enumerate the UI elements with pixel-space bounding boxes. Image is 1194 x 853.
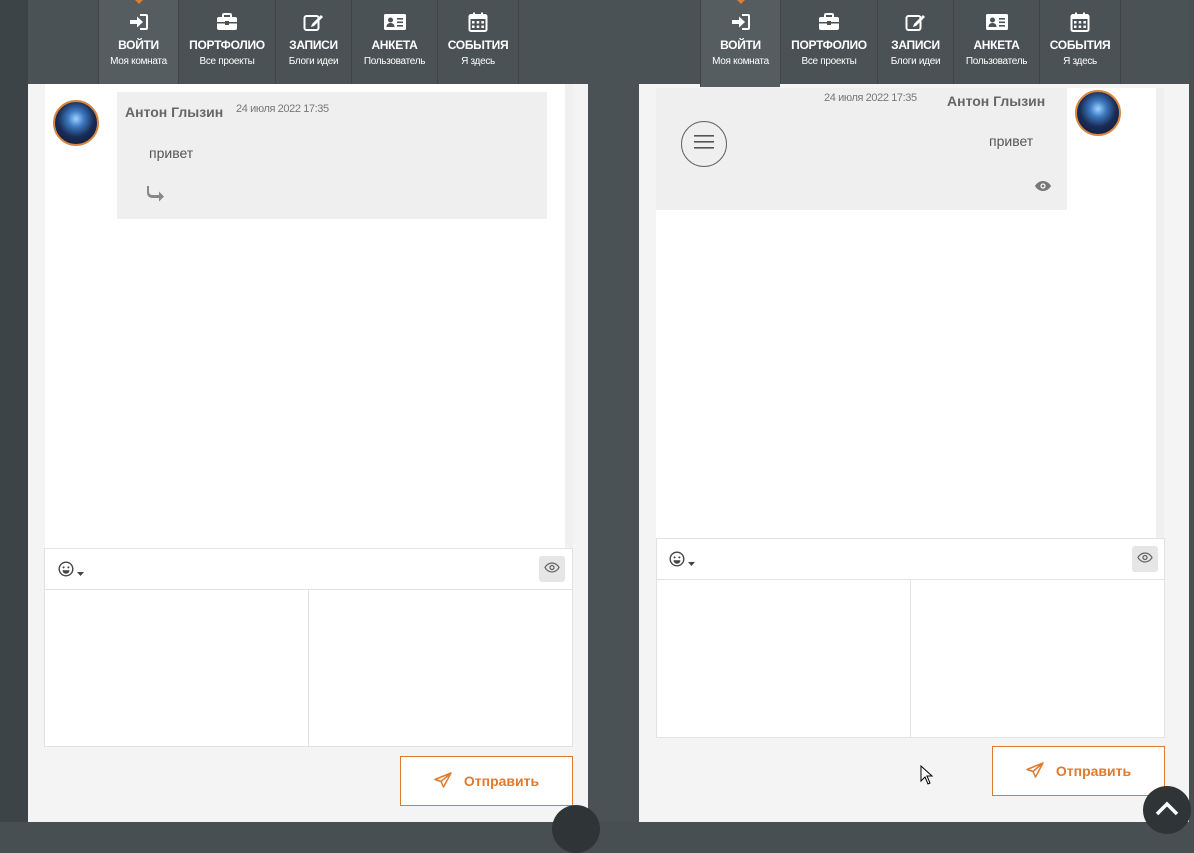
smile-icon <box>58 561 74 582</box>
avatar[interactable] <box>53 100 99 146</box>
nav-item-title: АНКЕТА <box>371 38 418 52</box>
nav-item-subtitle: Блоги идеи <box>288 56 339 67</box>
message-bubble: 24 июля 2022 17:35 Антон Глызин привет <box>656 88 1067 210</box>
hamburger-icon <box>694 134 714 154</box>
nav-item-title: ПОРТФОЛИО <box>189 38 265 52</box>
calendar-icon <box>466 12 490 32</box>
nav-item-login[interactable]: ВОЙТИ Моя комната <box>700 0 780 95</box>
message-author[interactable]: Антон Глызин <box>947 93 1045 109</box>
send-label: Отправить <box>463 773 540 789</box>
message-text: привет <box>989 133 1034 149</box>
nav-item-posts[interactable]: ЗАПИСИ Блоги идеи <box>275 0 351 84</box>
message-editor <box>656 579 1165 738</box>
editor-input-pane[interactable] <box>657 580 910 737</box>
briefcase-icon <box>817 12 841 32</box>
message-text: привет <box>149 145 194 161</box>
nav-item-title: АНКЕТА <box>973 38 1020 52</box>
nav-item-subtitle: Блоги идеи <box>890 56 941 67</box>
nav-item-profile[interactable]: АНКЕТА Пользователь <box>351 0 437 84</box>
message-bubble: Антон Глызин 24 июля 2022 17:35 привет <box>117 92 547 219</box>
mouse-cursor-icon <box>920 764 934 790</box>
nav-item-title: СОБЫТИЯ <box>1049 38 1111 52</box>
eye-icon <box>544 560 560 578</box>
editor-input-pane[interactable] <box>45 590 308 746</box>
calendar-icon <box>1068 12 1092 32</box>
nav-item-title: ЗАПИСИ <box>289 38 338 52</box>
nav-item-title: ВОЙТИ <box>720 38 761 52</box>
avatar[interactable] <box>1075 90 1121 136</box>
nav-item-login[interactable]: ВОЙТИ Моя комната <box>98 0 178 92</box>
nav-item-subtitle: Моя комната <box>712 56 769 67</box>
messages-area[interactable]: 24 июля 2022 17:35 Антон Глызин привет <box>656 88 1164 538</box>
preview-toggle[interactable] <box>539 556 565 582</box>
caret-down-icon <box>688 553 695 571</box>
top-nav: ВОЙТИ Моя комната ПОРТФОЛИО Все проекты … <box>639 0 1189 95</box>
nav-item-subtitle: Моя комната <box>110 56 167 67</box>
nav-item-title: СОБЫТИЯ <box>447 38 509 52</box>
nav-item-subtitle: Пользователь <box>363 56 426 67</box>
message-editor <box>44 589 573 747</box>
nav-item-profile[interactable]: АНКЕТА Пользователь <box>953 0 1039 84</box>
editor-preview-pane <box>308 590 572 746</box>
emoji-button[interactable] <box>669 551 695 572</box>
nav-item-subtitle: Все проекты <box>199 56 255 67</box>
eye-icon <box>1034 179 1052 197</box>
emoji-button[interactable] <box>58 561 84 582</box>
reply-icon[interactable] <box>147 186 165 207</box>
editor-toolbar <box>44 548 573 590</box>
sign-in-icon <box>127 12 151 32</box>
chat-panel-left: ВОЙТИ Моя комната ПОРТФОЛИО Все проекты … <box>28 0 588 822</box>
middle-gutter <box>588 0 639 822</box>
eye-icon <box>1137 550 1153 568</box>
chevron-up-icon <box>1155 800 1179 821</box>
editor-toolbar <box>656 538 1165 580</box>
nav-item-subtitle: Все проекты <box>801 56 857 67</box>
nav-item-title: ПОРТФОЛИО <box>791 38 867 52</box>
nav-item-events[interactable]: СОБЫТИЯ Я здесь <box>437 0 519 84</box>
smile-icon <box>669 551 685 572</box>
nav-item-posts[interactable]: ЗАПИСИ Блоги идеи <box>877 0 953 84</box>
editor-preview-pane <box>910 580 1164 737</box>
nav-item-title: ВОЙТИ <box>118 38 159 52</box>
send-button[interactable]: Отправить <box>992 746 1165 796</box>
chat-panel-right: ВОЙТИ Моя комната ПОРТФОЛИО Все проекты … <box>639 0 1189 822</box>
nav-spacer <box>28 0 98 84</box>
nav-item-events[interactable]: СОБЫТИЯ Я здесь <box>1039 0 1121 84</box>
paper-plane-icon <box>434 771 452 791</box>
scrollbar-track[interactable] <box>565 84 573 548</box>
preview-toggle[interactable] <box>1132 546 1158 572</box>
send-button[interactable]: Отправить <box>400 756 573 806</box>
scroll-top-button-left[interactable] <box>552 805 600 853</box>
send-label: Отправить <box>1055 763 1132 779</box>
edit-icon <box>904 12 928 32</box>
nav-item-subtitle: Я здесь <box>1063 56 1097 67</box>
message-menu-button[interactable] <box>681 121 727 167</box>
briefcase-icon <box>215 12 239 32</box>
paper-plane-icon <box>1026 761 1044 781</box>
scroll-top-button[interactable] <box>1143 786 1191 834</box>
top-nav: ВОЙТИ Моя комната ПОРТФОЛИО Все проекты … <box>28 0 588 92</box>
left-gutter <box>0 0 28 822</box>
nav-spacer <box>639 0 700 84</box>
id-card-icon <box>383 12 407 32</box>
messages-area[interactable]: Антон Глызин 24 июля 2022 17:35 привет <box>45 84 573 548</box>
message-date: 24 июля 2022 17:35 <box>236 103 329 115</box>
sign-in-icon <box>729 12 753 32</box>
edit-icon <box>302 12 326 32</box>
nav-item-subtitle: Я здесь <box>461 56 495 67</box>
scrollbar-track[interactable] <box>1156 88 1164 538</box>
message-date: 24 июля 2022 17:35 <box>824 92 917 104</box>
nav-item-title: ЗАПИСИ <box>891 38 940 52</box>
caret-down-icon <box>77 563 84 581</box>
nav-item-portfolio[interactable]: ПОРТФОЛИО Все проекты <box>780 0 877 84</box>
nav-item-subtitle: Пользователь <box>965 56 1028 67</box>
nav-item-portfolio[interactable]: ПОРТФОЛИО Все проекты <box>178 0 275 84</box>
message-author[interactable]: Антон Глызин <box>125 104 223 120</box>
id-card-icon <box>985 12 1009 32</box>
